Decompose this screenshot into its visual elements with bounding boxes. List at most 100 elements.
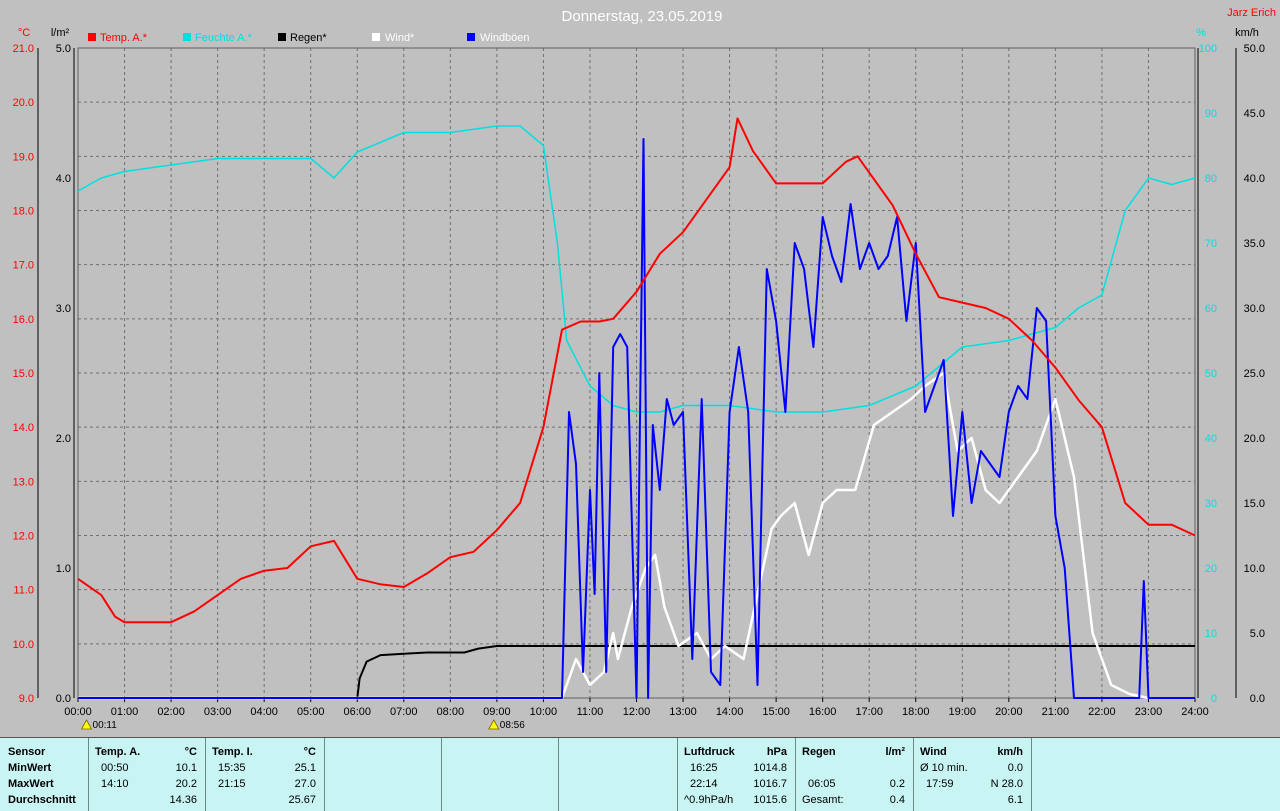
time-tick-label: 07:00: [390, 706, 418, 718]
time-tick-label: 00:00: [64, 706, 92, 718]
stats-wind-avg10-val: 0.0: [1007, 762, 1023, 774]
stats-col-empty-2: [442, 738, 559, 811]
stats-temp-i-header: Temp. I.: [212, 746, 253, 758]
stats-col-empty-1: [325, 738, 442, 811]
stats-pressure-min-val: 1014.8: [753, 762, 787, 774]
stats-col-temp-a: Temp. A. °C 00:50 10.1 14:10 20.2 14.36: [89, 738, 206, 811]
stats-col-rain: Regen l/m² 06:05 0.2 Gesamt: 0.4: [796, 738, 914, 811]
wind-tick-label: 40.0: [1244, 173, 1265, 185]
stats-rain-max-time: 06:05: [808, 778, 836, 790]
time-tick-label: 23:00: [1135, 706, 1163, 718]
legend-swatch-temp: [88, 33, 96, 41]
stats-wind-avg10-label: Ø 10 min.: [920, 762, 968, 774]
stats-col-pressure: Luftdruck hPa 16:25 1014.8 22:14 1016.7 …: [678, 738, 796, 811]
temp-tick-label: 10.0: [13, 639, 34, 651]
stats-temp-i-max-time: 21:15: [218, 778, 246, 790]
time-tick-label: 20:00: [995, 706, 1023, 718]
time-tick-label: 02:00: [157, 706, 185, 718]
legend-label-humidity: Feuchte A.*: [195, 32, 253, 44]
stats-temp-a-avg: 14.36: [169, 794, 197, 806]
hum-tick-label: 10: [1205, 628, 1217, 640]
temp-tick-label: 14.0: [13, 422, 34, 434]
stats-temp-a-min-time: 00:50: [101, 762, 129, 774]
stats-wind-max-time: 17:59: [926, 778, 954, 790]
stats-temp-a-max-val: 20.2: [175, 778, 197, 790]
temp-tick-label: 21.0: [13, 43, 34, 55]
rain-tick-label: 5.0: [56, 43, 71, 55]
time-tick-label: 24:00: [1181, 706, 1209, 718]
temp-tick-label: 13.0: [13, 476, 34, 488]
legend-label-wind: Wind*: [385, 32, 415, 44]
stats-rain-total-label: Gesamt:: [802, 794, 844, 806]
time-tick-label: 21:00: [1042, 706, 1070, 718]
stats-pressure-min-time: 16:25: [690, 762, 718, 774]
stats-col-sensor: Sensor MinWert MaxWert Durchschnitt: [0, 738, 89, 811]
stats-pressure-max-val: 1016.7: [753, 778, 787, 790]
stats-rain-max-val: 0.2: [889, 778, 905, 790]
legend-swatch-gust: [467, 33, 475, 41]
stats-col-empty-3: [559, 738, 678, 811]
stats-pressure-max-time: 22:14: [690, 778, 718, 790]
hum-tick-label: 20: [1205, 563, 1217, 575]
legend-swatch-humidity: [183, 33, 191, 41]
time-tick-label: 18:00: [902, 706, 930, 718]
time-tick-label: 15:00: [762, 706, 790, 718]
legend-swatch-rain: [278, 33, 286, 41]
temp-tick-label: 15.0: [13, 368, 34, 380]
stats-pressure-unit: hPa: [766, 746, 787, 758]
stats-pressure-header: Luftdruck: [684, 746, 735, 758]
time-tick-label: 19:00: [949, 706, 977, 718]
stats-pressure-avg: 1015.6: [753, 794, 787, 806]
temp-tick-label: 12.0: [13, 531, 34, 543]
stats-temp-a-max-time: 14:10: [101, 778, 129, 790]
wind-tick-label: 35.0: [1244, 238, 1265, 250]
wind-tick-label: 50.0: [1244, 43, 1265, 55]
time-tick-label: 01:00: [111, 706, 139, 718]
rain-tick-label: 1.0: [56, 563, 71, 575]
wind-unit-label: km/h: [1235, 27, 1259, 39]
temp-unit-label: °C: [18, 27, 30, 39]
stats-col-temp-i: Temp. I. °C 15:35 25.1 21:15 27.0 25.67: [206, 738, 325, 811]
stats-temp-a-header: Temp. A.: [95, 746, 141, 758]
stats-col-wind: Wind km/h Ø 10 min. 0.0 17:59 N 28.0 6.1: [914, 738, 1032, 811]
hum-tick-label: 90: [1205, 108, 1217, 120]
hum-tick-label: 30: [1205, 498, 1217, 510]
time-tick-label: 17:00: [855, 706, 883, 718]
statistics-table: Sensor MinWert MaxWert Durchschnitt Temp…: [0, 737, 1280, 811]
wind-tick-label: 30.0: [1244, 303, 1265, 315]
temp-tick-label: 18.0: [13, 206, 34, 218]
stats-rain-header: Regen: [802, 746, 836, 758]
wind-tick-label: 0.0: [1250, 693, 1265, 705]
weather-chart-window: Donnerstag, 23.05.2019 Jarz Erich °C l/m…: [0, 0, 1280, 811]
time-tick-label: 09:00: [483, 706, 511, 718]
sunset-time-label: 08:56: [500, 720, 525, 731]
rain-tick-label: 2.0: [56, 433, 71, 445]
time-tick-label: 05:00: [297, 706, 325, 718]
stats-maxwert-label: MaxWert: [8, 778, 54, 790]
time-tick-label: 16:00: [809, 706, 837, 718]
weather-chart: Donnerstag, 23.05.2019 Jarz Erich °C l/m…: [0, 0, 1280, 737]
stats-temp-a-min-val: 10.1: [175, 762, 197, 774]
stats-durchschnitt-label: Durchschnitt: [8, 794, 76, 806]
wind-tick-label: 25.0: [1244, 368, 1265, 380]
stats-wind-unit: km/h: [997, 746, 1023, 758]
legend-label-temp: Temp. A.*: [100, 32, 148, 44]
hum-tick-label: 50: [1205, 368, 1217, 380]
chart-title: Donnerstag, 23.05.2019: [562, 8, 723, 25]
stats-rain-unit: l/m²: [885, 746, 905, 758]
stats-temp-i-min-time: 15:35: [218, 762, 246, 774]
stats-temp-a-unit: °C: [184, 746, 197, 758]
time-tick-label: 11:00: [577, 706, 604, 718]
rain-tick-label: 3.0: [56, 303, 71, 315]
legend-swatch-wind: [372, 33, 380, 41]
hum-tick-label: 100: [1199, 43, 1217, 55]
temp-tick-label: 16.0: [13, 314, 34, 326]
time-tick-label: 06:00: [343, 706, 371, 718]
time-tick-label: 14:00: [716, 706, 744, 718]
temp-tick-label: 20.0: [13, 97, 34, 109]
stats-wind-avg: 6.1: [1007, 794, 1023, 806]
rain-tick-label: 0.0: [56, 693, 71, 705]
stats-wind-header: Wind: [920, 746, 947, 758]
stats-wind-max-val: N 28.0: [990, 778, 1023, 790]
legend-label-rain: Regen*: [290, 32, 327, 44]
